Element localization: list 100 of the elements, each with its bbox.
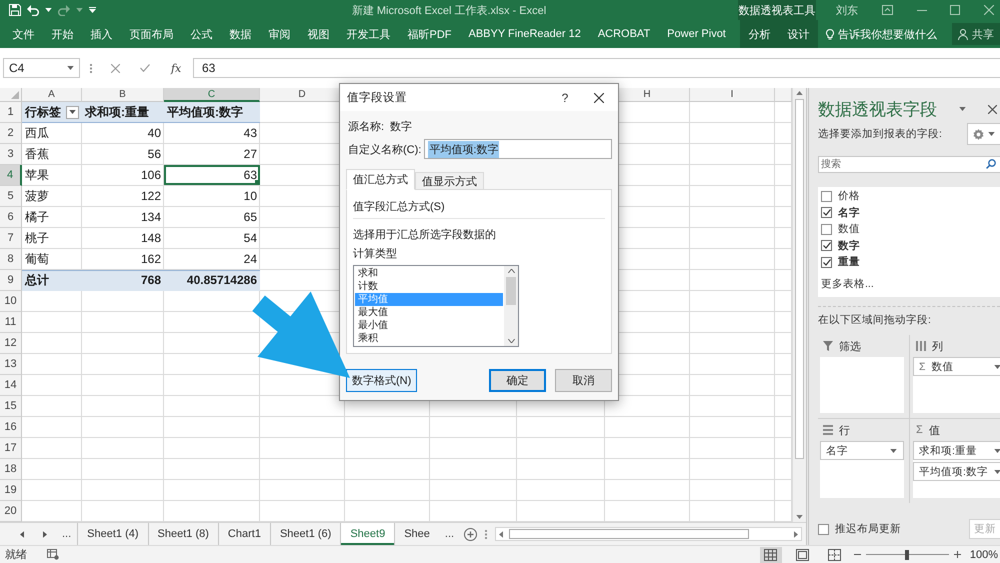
filter-dropdown-button[interactable] [66,106,79,118]
close-icon[interactable] [984,5,994,15]
enter-icon[interactable] [140,64,150,72]
search-icon[interactable] [986,159,996,169]
calculation-type-list[interactable]: 求和 计数 平均值 最大值 最小值 乘积 [353,265,519,347]
vertical-scrollbar[interactable] [792,88,806,522]
more-sheets-button[interactable]: ... [438,525,460,543]
dialog-button[interactable]: 确定 [489,369,546,392]
sheet-cell[interactable]: 40.85714286 [164,270,260,291]
active-cell[interactable]: 63 [164,165,260,186]
save-icon[interactable] [9,4,21,16]
cancel-icon[interactable] [111,64,120,72]
zoom-level[interactable]: 100% [970,548,998,560]
undo-menu-caret-icon[interactable] [45,8,52,12]
sheet-cell[interactable]: 总计 [22,270,82,291]
next-sheet-icon[interactable] [42,530,46,538]
row-header[interactable]: 20 [0,501,22,522]
scroll-down-icon[interactable] [508,339,514,343]
sheet-cell[interactable]: 24 [164,249,260,270]
area-field-button[interactable]: 求和项:重量 [913,441,1000,460]
row-header[interactable]: 7 [0,228,22,249]
defer-update-checkbox[interactable] [818,524,829,534]
ribbon-tab[interactable]: 福昕PDF [399,23,460,45]
sheet-cell[interactable]: 27 [164,144,260,165]
tell-me-search[interactable]: 告诉我你想要做什么 [818,26,937,42]
row-header[interactable]: 9 [0,270,22,291]
row-header[interactable]: 14 [0,375,22,396]
drop-zone[interactable]: Σ 数值 [913,357,1000,413]
column-header[interactable]: C [164,88,260,102]
row-header[interactable]: 4 [0,165,22,186]
sheet-cell[interactable]: 65 [164,207,260,228]
row-header[interactable]: 15 [0,396,22,417]
help-button[interactable]: ? [550,84,580,111]
sheet-cell[interactable]: 148 [82,228,164,249]
sheet-cell[interactable]: 56 [82,144,164,165]
share-button[interactable]: 共享 [952,23,1000,45]
row-header[interactable]: 17 [0,438,22,459]
field-name[interactable]: 价格 [838,189,860,204]
custom-name-field[interactable]: 平均值项:数字 [424,139,612,159]
user-name[interactable]: 刘东 [836,2,858,18]
list-item[interactable]: 计数 [355,280,503,293]
add-sheet-icon[interactable] [464,528,478,540]
scroll-up-icon[interactable] [796,91,803,95]
sheet-cell[interactable]: 162 [82,249,164,270]
field-name[interactable]: 数字 [838,238,860,253]
dialog-button[interactable]: 数字格式(N) [346,369,418,392]
sheet-cell[interactable]: 桃子 [22,228,82,249]
row-header[interactable]: 3 [0,144,22,165]
macro-record-icon[interactable] [47,549,59,560]
sheet-cell[interactable]: 54 [164,228,260,249]
ribbon-tab[interactable]: 公式 [182,23,221,45]
sheet-cell[interactable]: 行标签 [22,102,82,123]
row-header[interactable]: 10 [0,291,22,312]
ribbon-display-options-icon[interactable] [882,5,893,15]
row-header[interactable]: 16 [0,417,22,438]
row-header[interactable]: 13 [0,354,22,375]
list-item[interactable]: 乘积 [355,332,503,345]
sheet-cell[interactable]: 10 [164,186,260,207]
formula-field[interactable]: 63 [193,58,1000,78]
field-checkbox[interactable] [821,190,832,202]
ribbon-tab[interactable]: 数据 [221,23,260,45]
field-name[interactable]: 重量 [838,255,860,270]
ribbon-tab[interactable]: 文件 [4,23,43,45]
row-header[interactable]: 11 [0,312,22,333]
more-tables-link[interactable]: 更多表格... [821,276,874,290]
ribbon-tab[interactable]: 页面布局 [121,23,182,45]
list-item[interactable]: 最大值 [355,306,503,319]
ribbon-tab[interactable]: 开发工具 [338,23,399,45]
scroll-up-icon[interactable] [508,269,514,273]
list-item[interactable]: 求和 [355,267,503,280]
list-scrollbar[interactable] [504,266,518,346]
ribbon-tab[interactable]: 视图 [299,23,338,45]
ribbon-tab[interactable]: 设计 [779,23,818,45]
previous-sheet-icon[interactable] [20,530,24,538]
sheet-cell[interactable]: 106 [82,165,164,186]
ribbon-tab[interactable]: 审阅 [260,23,299,45]
field-checkbox[interactable] [821,240,832,252]
column-header[interactable]: A [22,88,82,102]
scroll-right-icon[interactable] [794,530,798,538]
sheet-cell[interactable]: 橘子 [22,207,82,228]
row-header[interactable]: 12 [0,333,22,354]
scrollbar-thumb[interactable] [509,529,750,539]
insert-function-button[interactable]: fx [168,62,184,74]
area-field-button[interactable]: 平均值项:数字 [913,462,1000,481]
sheet-cell[interactable]: 122 [82,186,164,207]
row-header[interactable]: 6 [0,207,22,228]
ribbon-tab[interactable]: ACROBAT [589,23,659,45]
row-header[interactable]: 19 [0,480,22,501]
sheet-cell[interactable]: 香蕉 [22,144,82,165]
sheet-cell[interactable]: 苹果 [22,165,82,186]
more-sheets-button[interactable]: ... [56,525,78,543]
sheet-cell[interactable]: 平均值项:数字 [164,102,260,123]
dialog-tab[interactable]: 值显示方式 [415,172,484,190]
ribbon-tab[interactable]: ABBYY FineReader 12 [460,23,590,45]
sheet-cell[interactable]: 40 [82,123,164,144]
sheet-cell[interactable]: 43 [164,123,260,144]
field-name[interactable]: 数值 [838,222,860,236]
ribbon-tab[interactable]: Power Pivot [658,23,734,45]
sheet-cell[interactable]: 西瓜 [22,123,82,144]
dialog-button[interactable]: 取消 [555,369,612,392]
